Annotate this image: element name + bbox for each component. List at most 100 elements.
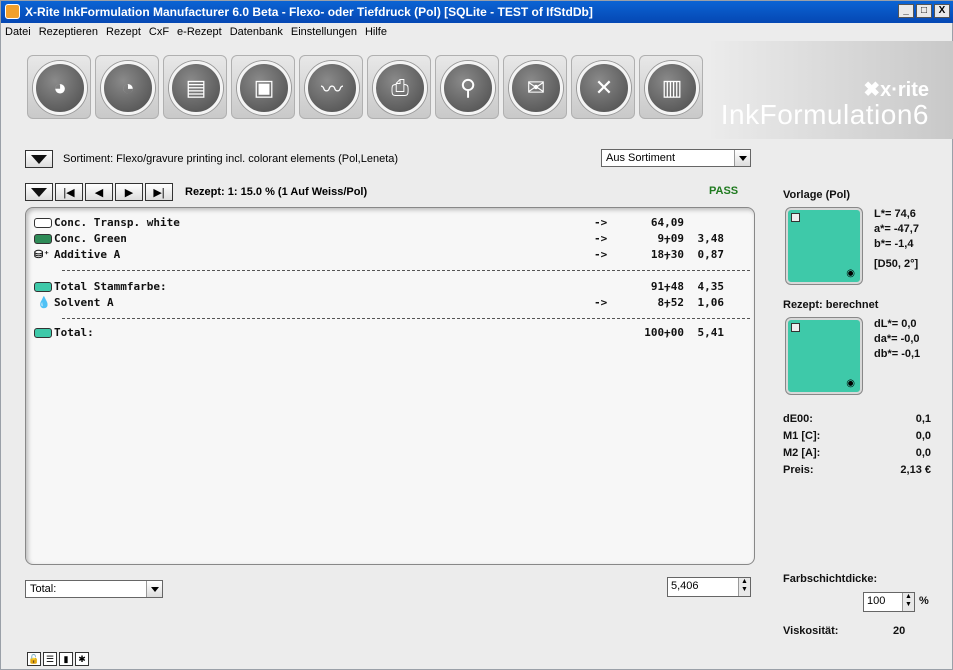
table-row[interactable]: Total: 100,00 + 5,41 xyxy=(34,326,749,340)
status-icons: 🔓 ☰ ▮ ✱ xyxy=(27,652,89,666)
spinner-arrows-icon[interactable]: ▲ ▼ xyxy=(902,593,914,611)
green-swatch-icon xyxy=(34,234,52,244)
brand: ✖x·rite InkFormulation6 xyxy=(721,73,941,133)
additive-icon: ⛁⁺ xyxy=(34,248,50,261)
eye-icon[interactable]: ◉ xyxy=(846,378,855,389)
chevron-down-icon[interactable] xyxy=(146,581,162,597)
vorlage-title: Vorlage (Pol) xyxy=(783,189,851,201)
statistics-button[interactable]: ▥ xyxy=(639,55,703,119)
sortiment-label: Sortiment: Flexo/gravure printing incl. … xyxy=(63,153,399,165)
table-row[interactable]: Conc. Transp. white -> 64,09 xyxy=(34,216,749,230)
table-row[interactable]: 💧 Solvent A -> 8,52 + 1,06 xyxy=(34,296,749,310)
star-icon[interactable]: ✱ xyxy=(75,652,89,666)
menu-e-rezept[interactable]: e-Rezept xyxy=(177,23,222,41)
minimize-button[interactable]: _ xyxy=(898,4,914,18)
chart-button[interactable]: 〰 xyxy=(299,55,363,119)
viskositaet-label: Viskosität: xyxy=(783,625,839,637)
target-icon xyxy=(791,213,800,222)
recipe-nav: |◀ ◀ ▶ ▶| Rezept: 1: 15.0 % (1 Auf Weiss… xyxy=(25,182,367,202)
eye-icon[interactable]: ◉ xyxy=(846,268,855,279)
rezept-da: da*= -0,0 xyxy=(874,333,920,345)
row-plus: + xyxy=(664,232,671,245)
preis-label: Preis: xyxy=(783,464,814,476)
close-button[interactable]: X xyxy=(934,4,950,18)
first-recipe-button[interactable]: |◀ xyxy=(55,183,83,201)
toolbar: ◕ ◔ ▤ ▣ 〰 ⎙ ⚲ ✉ ✕ ▥ ✖x·rite InkFormulati… xyxy=(1,41,953,139)
prev-recipe-button[interactable]: ◀ xyxy=(85,183,113,201)
menu-hilfe[interactable]: Hilfe xyxy=(365,23,387,41)
menu-datei[interactable]: Datei xyxy=(5,23,31,41)
open-folder-icon: ▤ xyxy=(185,75,207,100)
delete-recipe-button[interactable]: ✕ xyxy=(571,55,635,119)
farbschicht-unit: % xyxy=(919,595,929,607)
open-button[interactable]: ▤ xyxy=(163,55,227,119)
menu-datenbank[interactable]: Datenbank xyxy=(230,23,283,41)
farbschicht-spinner[interactable]: 100 ▲ ▼ xyxy=(863,592,915,612)
amount-value: 5,406 xyxy=(671,580,699,592)
save-button[interactable]: ▣ xyxy=(231,55,295,119)
recipe-cup-button[interactable]: ◔ xyxy=(95,55,159,119)
amount-spinner[interactable]: 5,406 ▲ ▼ xyxy=(667,577,751,597)
rezept-dl: dL*= 0,0 xyxy=(874,318,917,330)
title-bar[interactable]: X-Rite InkFormulation Manufacturer 6.0 B… xyxy=(1,1,953,23)
vorlage-a: a*= -47,7 xyxy=(874,223,919,235)
rezept-color-swatch[interactable]: ◉ xyxy=(786,318,862,394)
prev-icon: ◀ xyxy=(94,186,104,199)
farbschicht-value: 100 xyxy=(867,595,886,607)
preis-value: 2,13 € xyxy=(900,464,931,476)
total-select-value: Total: xyxy=(30,583,57,595)
chevron-down-icon[interactable] xyxy=(734,150,750,166)
row-label: Total Stammfarbe: xyxy=(54,280,167,293)
app-window: X-Rite InkFormulation Manufacturer 6.0 B… xyxy=(0,0,953,670)
row-value: 8,52 xyxy=(657,296,685,309)
menu-cxf[interactable]: CxF xyxy=(149,23,169,41)
maximize-button[interactable]: □ xyxy=(916,4,932,18)
menu-einstellungen[interactable]: Einstellungen xyxy=(291,23,357,41)
table-row[interactable]: Total Stammfarbe: 91,48 + 4,35 xyxy=(34,280,749,294)
sortiment-dropdown[interactable]: Aus Sortiment xyxy=(601,149,751,167)
illuminant-label: [D50, 2°] xyxy=(874,258,919,270)
table-row[interactable]: Conc. Green -> 9,09 + 3,48 xyxy=(34,232,749,246)
vorlage-color-swatch[interactable]: ◉ xyxy=(786,208,862,284)
lock-icon[interactable]: 🔓 xyxy=(27,652,41,666)
m1-label: M1 [C]: xyxy=(783,430,821,442)
menu-rezept[interactable]: Rezept xyxy=(106,23,141,41)
app-icon xyxy=(5,4,20,19)
first-icon: |◀ xyxy=(63,186,75,199)
row-arrow: -> xyxy=(594,232,608,245)
drop-icon: 💧 xyxy=(37,296,51,309)
save-disk-icon: ▣ xyxy=(253,75,275,100)
row-arrow: -> xyxy=(594,216,608,229)
target-icon xyxy=(791,323,800,332)
last-recipe-button[interactable]: ▶| xyxy=(145,183,173,201)
next-recipe-button[interactable]: ▶ xyxy=(115,183,143,201)
row-plus: + xyxy=(664,296,671,309)
new-recipe-button[interactable]: ◕ xyxy=(27,55,91,119)
last-icon: ▶| xyxy=(153,186,165,199)
menu-rezeptieren[interactable]: Rezeptieren xyxy=(39,23,98,41)
row-label: Solvent A xyxy=(54,296,114,309)
next-icon: ▶ xyxy=(124,186,134,199)
vorlage-l: L*= 74,6 xyxy=(874,208,916,220)
table-row[interactable]: ⛁⁺ Additive A -> 18,30 + 0,87 xyxy=(34,248,749,262)
row-plus: + xyxy=(664,248,671,261)
sortiment-dropdown-value: Aus Sortiment xyxy=(606,152,676,164)
new-recipe-icon: ◕ xyxy=(53,75,67,100)
recipe-menu-button[interactable] xyxy=(25,183,53,201)
triangle-down-icon xyxy=(31,187,47,197)
sortiment-toggle-button[interactable] xyxy=(25,150,53,168)
email-button[interactable]: ✉ xyxy=(503,55,567,119)
list-icon[interactable]: ☰ xyxy=(43,652,57,666)
total-select[interactable]: Total: xyxy=(25,580,163,598)
viskositaet-value: 20 xyxy=(893,625,906,637)
spinner-arrows-icon[interactable]: ▲ ▼ xyxy=(738,578,750,596)
dispense-button[interactable]: ⚲ xyxy=(435,55,499,119)
row-label: Conc. Transp. white xyxy=(54,216,180,229)
print-button[interactable]: ⎙ xyxy=(367,55,431,119)
row-addition: 5,41 xyxy=(697,326,725,339)
pass-status: PASS xyxy=(709,185,739,197)
row-addition: 0,87 xyxy=(697,248,725,261)
view-icon[interactable]: ▮ xyxy=(59,652,73,666)
row-label: Total: xyxy=(54,326,94,339)
bar-chart-icon: ▥ xyxy=(661,75,683,100)
